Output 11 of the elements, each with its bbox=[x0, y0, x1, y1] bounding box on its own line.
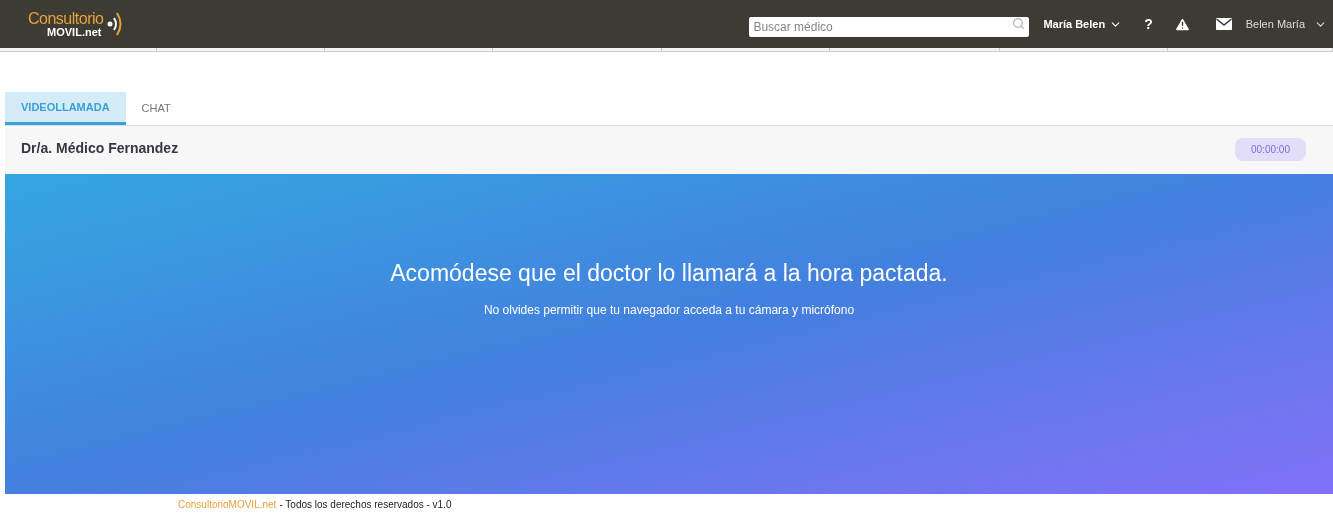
doctor-name: Dr/a. Médico Fernandez bbox=[21, 139, 179, 158]
call-timer: 00:00:00 bbox=[1235, 138, 1306, 161]
tab[interactable]: CHAT bbox=[125, 92, 187, 125]
account-menu[interactable]: Belen María bbox=[1245, 15, 1327, 33]
footer-text: - Todos los derechos reservados - v1.0 bbox=[279, 498, 452, 512]
logo[interactable]: Consultorio MOVIL.net bbox=[28, 10, 124, 38]
permission-hint: No olvides permitir que tu navegador acceda a tu cámara y micrófono bbox=[483, 301, 855, 319]
help-button[interactable]: ? bbox=[1144, 13, 1153, 35]
search-field[interactable]: Buscar médico bbox=[749, 17, 1030, 37]
waiting-message: Acomódese que el doctor lo llamará a la hora pactada. bbox=[390, 259, 948, 288]
user-menu[interactable]: María Belen bbox=[1043, 15, 1123, 33]
